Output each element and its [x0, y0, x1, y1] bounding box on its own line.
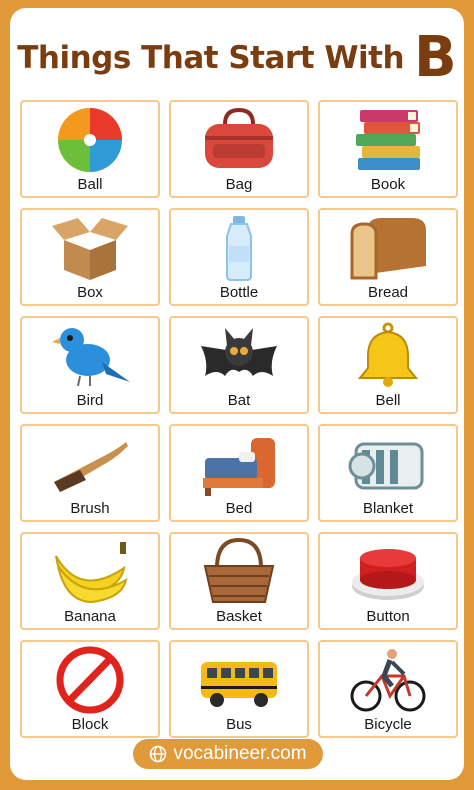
bread-icon — [350, 218, 426, 280]
card-label: Bird — [76, 392, 104, 409]
banana-icon — [55, 542, 128, 604]
card-label: Bus — [226, 716, 252, 733]
bed-icon — [203, 438, 275, 496]
box-icon — [52, 218, 128, 280]
card-block: Block — [20, 640, 160, 738]
title-text: Things That Start With — [17, 40, 405, 76]
card-label: Bicycle — [364, 716, 412, 733]
card-ball: Ball — [20, 100, 160, 198]
card-box: Box — [20, 208, 160, 306]
button-icon — [352, 549, 424, 600]
globe-icon — [150, 745, 167, 763]
card-book: Book — [318, 100, 458, 198]
card-bird: Bird — [20, 316, 160, 414]
bicycle-icon — [350, 649, 426, 712]
card-blanket: Blanket — [318, 424, 458, 522]
blanket-icon — [348, 442, 424, 490]
website-badge[interactable]: vocabineer.com — [133, 739, 323, 769]
card-banana: Banana — [20, 532, 160, 630]
card-label: Brush — [70, 500, 110, 517]
bird-icon — [52, 328, 130, 387]
basket-icon — [203, 538, 275, 603]
bus-icon — [201, 662, 277, 707]
ball-icon — [58, 108, 122, 172]
bag-icon — [205, 107, 273, 168]
card-bed: Bed — [169, 424, 309, 522]
card-label: Blanket — [362, 500, 414, 517]
card-label: Ball — [77, 176, 103, 193]
card-label: Bread — [367, 284, 409, 301]
card-bag: Bag — [169, 100, 309, 198]
card-bell: Bell — [318, 316, 458, 414]
card-label: Box — [77, 284, 103, 301]
book-icon — [356, 110, 420, 170]
bottle-icon — [226, 216, 252, 281]
vocabulary-grid: Ball Bag Book Box Bottle Bread Bird Bat … — [20, 100, 458, 738]
website-url: vocabineer.com — [173, 743, 307, 764]
card-label: Basket — [216, 608, 262, 625]
card-label: Bat — [227, 392, 251, 409]
card-label: Bell — [375, 392, 401, 409]
card-label: Book — [370, 176, 406, 193]
card-label: Block — [71, 716, 109, 733]
bat-icon — [201, 328, 277, 376]
poster-title: Things That Start With B — [10, 18, 464, 98]
card-brush: Brush — [20, 424, 160, 522]
card-button: Button — [318, 532, 458, 630]
card-bicycle: Bicycle — [318, 640, 458, 738]
block-icon — [56, 646, 124, 714]
poster-frame: Things That Start With B Ball Bag Book B… — [10, 8, 464, 780]
card-bus: Bus — [169, 640, 309, 738]
card-label: Bottle — [219, 284, 259, 301]
card-label: Button — [366, 608, 410, 625]
card-label: Bag — [225, 176, 253, 193]
bell-icon — [357, 322, 419, 387]
card-label: Banana — [64, 608, 116, 625]
title-letter: B — [414, 25, 457, 90]
card-bottle: Bottle — [169, 208, 309, 306]
card-bread: Bread — [318, 208, 458, 306]
card-label: Bed — [225, 500, 253, 517]
brush-icon — [54, 442, 128, 492]
card-bat: Bat — [169, 316, 309, 414]
card-basket: Basket — [169, 532, 309, 630]
